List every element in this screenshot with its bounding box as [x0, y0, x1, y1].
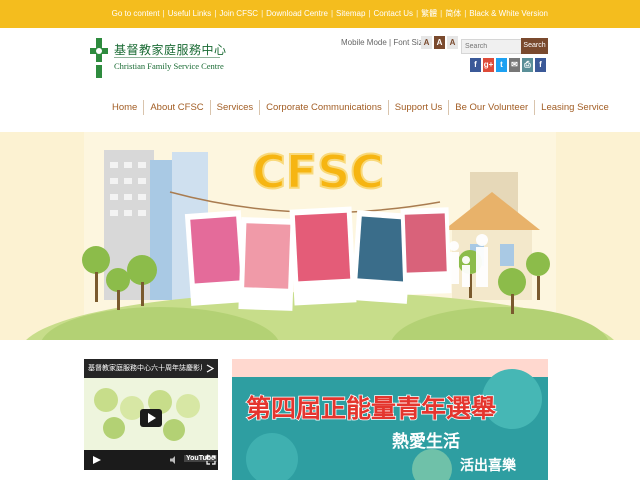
facebook-icon[interactable]: f: [470, 58, 481, 72]
go-to-content-link[interactable]: Go to content: [112, 9, 160, 18]
fullscreen-icon[interactable]: [206, 455, 216, 465]
traditional-chinese-link[interactable]: 繁體: [421, 9, 437, 18]
font-size-selector: A A A: [421, 36, 458, 49]
top-bar: Go to content | Useful Links | Join CFSC | Dow…: [0, 0, 640, 28]
print-icon[interactable]: ⎙: [522, 58, 533, 72]
video-title: 基督教家庭服務中心六十周年誌慶影片: [88, 365, 202, 372]
nav-item-corporate-communications[interactable]: Corporate Communications: [259, 100, 388, 115]
black-white-version-link[interactable]: Black & White Version: [469, 9, 548, 18]
nav-item-services[interactable]: Services: [209, 100, 259, 115]
logo-name-english: Christian Family Service Centre: [114, 61, 224, 71]
feature-poster[interactable]: 第四屆正能量青年選舉 熱愛生活 活出喜樂: [232, 359, 548, 480]
banner-headline: CFSC: [252, 145, 384, 199]
video-controls: YouTube: [84, 450, 218, 470]
poster-subtitle-text: 熱愛生活: [392, 432, 460, 452]
nav-item-support-us[interactable]: Support Us: [387, 100, 449, 115]
hero-banner[interactable]: CFSC: [0, 132, 640, 340]
search-input[interactable]: [461, 39, 527, 54]
main-nav: Home About CFSC Services Corporate Commu…: [106, 100, 615, 115]
nav-item-leasing[interactable]: Leasing Service: [534, 100, 615, 115]
top-links: Go to content | Useful Links | Join CFSC | Dow…: [111, 9, 548, 18]
video-thumbnail: [84, 378, 218, 450]
facebook-page-icon[interactable]: f: [535, 58, 546, 72]
logo-name-chinese: 基督教家庭服務中心: [114, 43, 227, 57]
poster-title: 第四屆正能量青年選舉: [245, 393, 497, 424]
play-icon[interactable]: [92, 455, 102, 465]
cross-logo-icon: [90, 38, 108, 78]
share-icon[interactable]: [206, 364, 214, 373]
nav-item-volunteer[interactable]: Be Our Volunteer: [448, 100, 534, 115]
font-size-large-button[interactable]: A: [447, 36, 458, 49]
simplified-chinese-link[interactable]: 简体: [445, 9, 461, 18]
sitemap-link[interactable]: Sitemap: [336, 9, 365, 18]
banner-illustration: CFSC: [26, 132, 614, 340]
download-centre-link[interactable]: Download Centre: [266, 9, 328, 18]
useful-links-link[interactable]: Useful Links: [168, 9, 212, 18]
join-link[interactable]: Join CFSC: [219, 9, 258, 18]
logo-divider: [114, 57, 220, 58]
logo[interactable]: 基督教家庭服務中心 Christian Family Service Centr…: [90, 38, 226, 80]
nav-item-about[interactable]: About CFSC: [143, 100, 209, 115]
social-icons: f g+ t ✉ ⎙ f: [470, 58, 546, 72]
google-plus-icon[interactable]: g+: [483, 58, 494, 72]
search-button[interactable]: Search: [521, 38, 548, 54]
poster-subtitle: 熱愛生活: [392, 427, 460, 452]
poster-subtitle-2: 活出喜樂: [460, 458, 516, 474]
play-overlay-icon[interactable]: [140, 409, 162, 427]
font-size-small-button[interactable]: A: [421, 36, 432, 49]
mobile-mode-font-size-label[interactable]: Mobile Mode | Font Size :: [341, 38, 432, 47]
video-player[interactable]: 基督教家庭服務中心六十周年誌慶影片 YouTube: [84, 359, 218, 470]
contact-us-link[interactable]: Contact Us: [373, 9, 413, 18]
volume-icon[interactable]: [170, 456, 178, 464]
font-size-medium-button[interactable]: A: [434, 36, 445, 49]
email-icon[interactable]: ✉: [509, 58, 520, 72]
twitter-icon[interactable]: t: [496, 58, 507, 72]
nav-item-home[interactable]: Home: [106, 100, 143, 115]
